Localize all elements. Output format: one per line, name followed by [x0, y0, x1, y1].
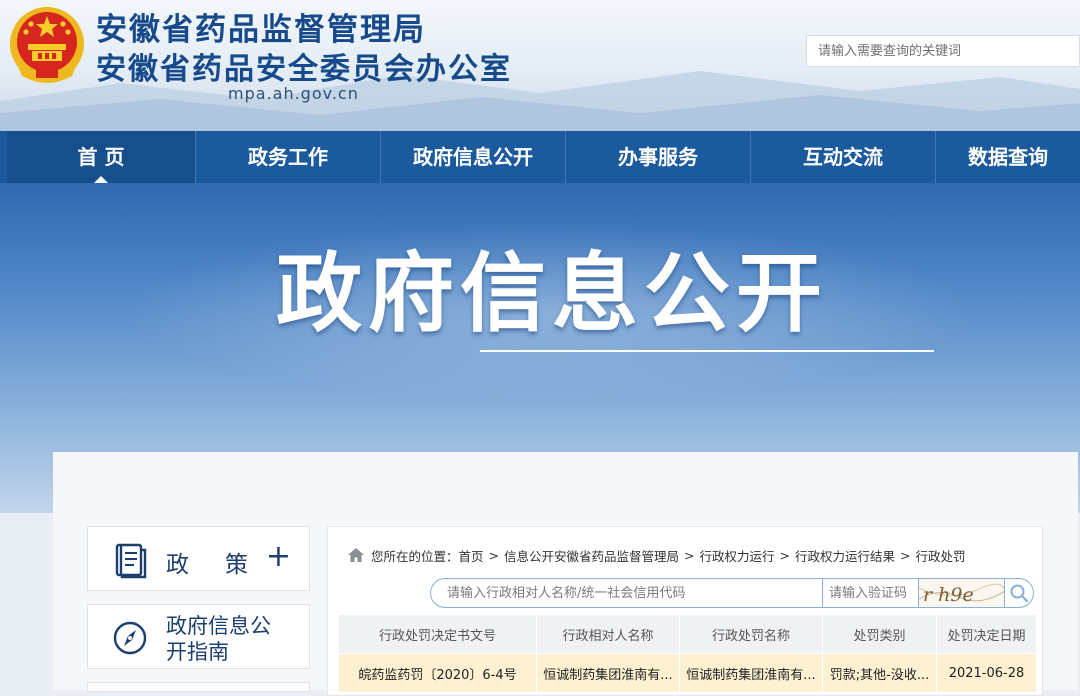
compass-icon — [113, 621, 147, 655]
column-header-penalty-name: 行政处罚名称 — [679, 614, 823, 654]
nav-item-info-disclosure[interactable]: 政府信息公开 — [381, 131, 566, 183]
breadcrumb-link-power-results[interactable]: 行政权力运行结果 — [795, 546, 895, 565]
nav-item-data-query[interactable]: 数据查询 — [936, 131, 1080, 183]
nav-item-interaction[interactable]: 互动交流 — [751, 131, 936, 183]
nav-item-services[interactable]: 办事服务 — [566, 131, 751, 183]
banner-underline — [480, 350, 934, 352]
banner-title: 政府信息公开 — [276, 244, 828, 344]
captcha-noise: r h9e — [919, 583, 1004, 606]
captcha-text: r h9e — [923, 584, 974, 606]
site-domain: mpa.ah.gov.cn — [228, 84, 359, 103]
nav-item-label: 互动交流 — [803, 145, 883, 169]
breadcrumb: 您所在的位置： 首页 > 信息公开安徽省药品监督管理局 > 行政权力运行 > 行… — [347, 546, 966, 564]
breadcrumb-separator: > — [779, 547, 791, 563]
cell-decision-no[interactable]: 皖药监药罚〔2020〕6-4号 — [338, 653, 537, 693]
sidebar-item-disclosure-guide[interactable]: 政府信息公开指南 — [87, 604, 310, 669]
main-nav: 首 页 政务工作 政府信息公开 办事服务 互动交流 数据查询 — [0, 131, 1080, 184]
cell-penalty-name[interactable]: 恒诚制药集团淮南有... — [679, 653, 823, 693]
breadcrumb-link-home[interactable]: 首页 — [459, 546, 484, 565]
breadcrumb-link-disclosure[interactable]: 信息公开安徽省药品监督管理局 — [504, 546, 679, 565]
breadcrumb-prefix: 您所在的位置： — [371, 548, 459, 564]
column-header-party-name: 行政相对人名称 — [536, 614, 680, 654]
cell-decision-date[interactable]: 2021-06-28 — [936, 653, 1037, 693]
nav-item-home[interactable]: 首 页 — [7, 131, 196, 184]
party-name-field — [430, 578, 822, 608]
national-emblem-icon — [10, 7, 84, 83]
book-icon — [115, 543, 147, 579]
query-search-button[interactable] — [1005, 578, 1034, 608]
sidebar-item-next[interactable] — [87, 682, 310, 692]
table-row[interactable]: 皖药监药罚〔2020〕6-4号 恒诚制药集团淮南有... 恒诚制药集团淮南有..… — [338, 653, 1037, 693]
site-subtitle: 安徽省药品安全委员会办公室 — [96, 52, 512, 87]
nav-item-label: 政府信息公开 — [413, 145, 533, 169]
site-search — [806, 35, 1080, 67]
captcha-image[interactable]: r h9e — [919, 578, 1005, 608]
breadcrumb-separator: > — [488, 547, 500, 563]
nav-item-label: 政务工作 — [248, 145, 328, 169]
nav-item-government-work[interactable]: 政务工作 — [196, 131, 381, 183]
keyword-search-input[interactable] — [816, 42, 1070, 60]
nav-item-label: 办事服务 — [618, 145, 698, 169]
search-icon — [1010, 584, 1028, 602]
cell-penalty-type[interactable]: 罚款;其他-没收... — [822, 653, 937, 693]
home-icon — [348, 548, 364, 562]
column-header-decision-date: 处罚决定日期 — [936, 614, 1037, 654]
site-header: 安徽省药品监督管理局 安徽省药品安全委员会办公室 mpa.ah.gov.cn — [0, 0, 1080, 131]
breadcrumb-link-power[interactable]: 行政权力运行 — [700, 546, 775, 565]
nav-item-label: 首 页 — [77, 145, 125, 169]
penalty-table: 行政处罚决定书文号 行政相对人名称 行政处罚名称 处罚类别 处罚决定日期 皖药监… — [338, 614, 1037, 693]
breadcrumb-link-penalty[interactable]: 行政处罚 — [916, 546, 966, 565]
captcha-input[interactable] — [827, 584, 919, 602]
table-header-row: 行政处罚决定书文号 行政相对人名称 行政处罚名称 处罚类别 处罚决定日期 — [338, 614, 1037, 654]
nav-item-label: 数据查询 — [968, 145, 1048, 169]
column-header-penalty-type: 处罚类别 — [822, 614, 937, 654]
cell-party-name[interactable]: 恒诚制药集团淮南有... — [536, 653, 680, 693]
sidebar-item-label: 政府信息公开指南 — [166, 614, 271, 664]
site-title: 安徽省药品监督管理局 — [96, 12, 426, 48]
breadcrumb-separator: > — [900, 547, 911, 563]
penalty-query-bar: r h9e — [430, 578, 1034, 608]
expand-plus-icon[interactable]: + — [266, 539, 291, 574]
captcha-code-field — [822, 578, 919, 608]
breadcrumb-separator: > — [684, 547, 695, 563]
party-name-input[interactable] — [445, 584, 819, 602]
column-header-decision-no: 行政处罚决定书文号 — [338, 614, 537, 654]
sidebar-item-policy[interactable]: 政策 + — [87, 526, 310, 591]
